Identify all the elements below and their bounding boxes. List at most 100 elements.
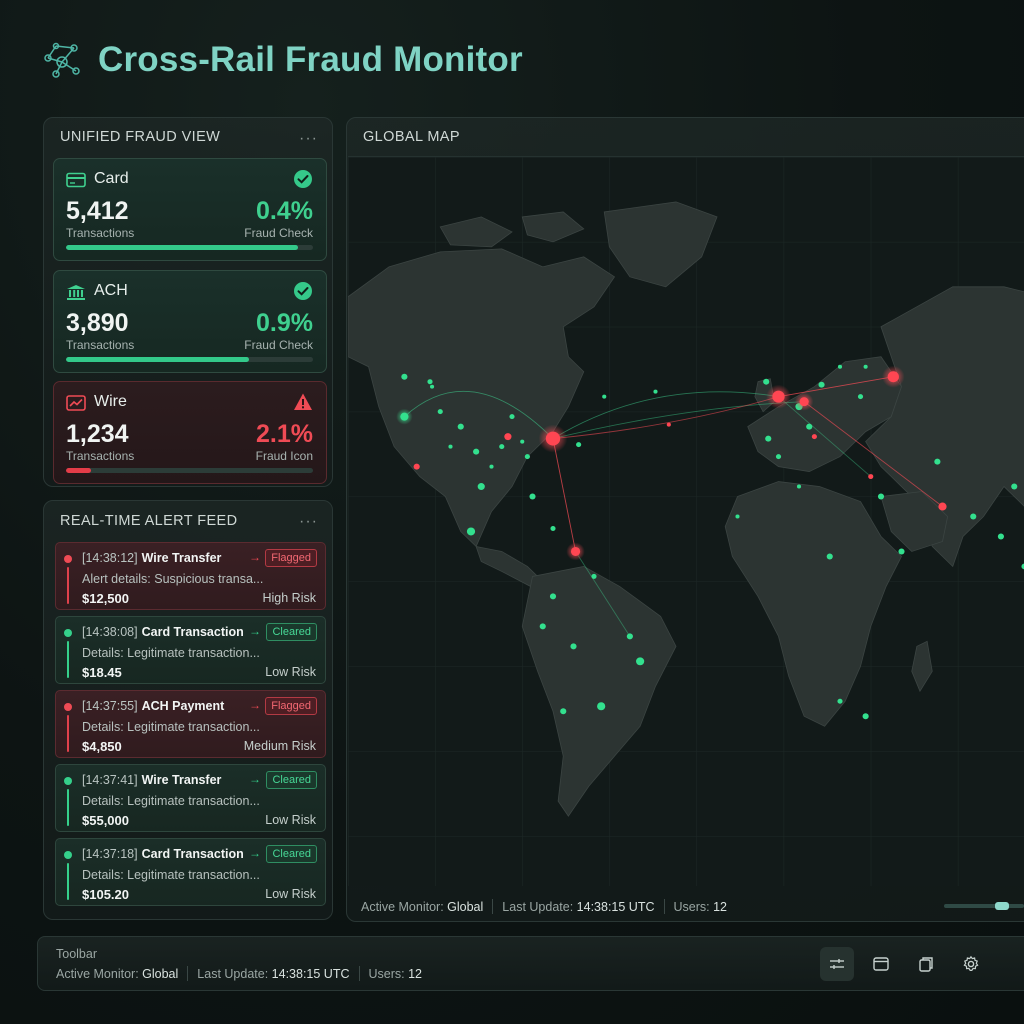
- active-monitor-value: Global: [142, 966, 179, 981]
- copy-icon: [919, 957, 933, 972]
- warning-triangle-icon: [294, 393, 312, 410]
- alert-header: [14:37:41] Wire Transfer: [82, 773, 221, 787]
- alert-time: [14:37:18]: [82, 847, 138, 861]
- filter-button[interactable]: [820, 947, 854, 981]
- status-badge: Cleared: [266, 623, 317, 641]
- arrow-right-icon: →: [249, 772, 261, 786]
- panel-title: UNIFIED FRAUD VIEW: [60, 129, 221, 145]
- rail-name: Wire: [94, 393, 127, 410]
- transaction-count: 3,890: [66, 309, 129, 337]
- fraud-rate-label: Fraud Check: [244, 226, 313, 240]
- alert-item[interactable]: [14:38:08] Card Transaction → Cleared Det…: [55, 616, 326, 684]
- zoom-slider[interactable]: [944, 902, 1024, 910]
- alert-risk: Low Risk: [265, 813, 316, 827]
- last-update-value: 14:38:15 UTC: [271, 966, 350, 981]
- last-update-label: Last Update:: [197, 966, 269, 981]
- alert-risk: High Risk: [262, 591, 317, 605]
- rail-card-card[interactable]: Card 5,412 Transactions 0.4% Fraud Check: [53, 158, 327, 261]
- fraud-rate: 0.9%: [256, 309, 313, 337]
- alert-details: Details: Legitimate transaction...: [82, 794, 260, 808]
- status-line: [67, 567, 69, 604]
- toolbar-label: Toolbar: [56, 947, 97, 961]
- alert-details: Alert details: Suspicious transa...: [82, 572, 264, 586]
- alert-type: Card Transaction: [141, 625, 244, 639]
- copy-button[interactable]: [909, 947, 943, 981]
- status-badge: Cleared: [266, 845, 317, 863]
- divider: [492, 899, 494, 914]
- rail-progress-fill: [66, 245, 299, 250]
- alert-time: [14:38:08]: [82, 625, 138, 639]
- users-value: 12: [408, 966, 423, 981]
- transaction-count-label: Transactions: [66, 226, 135, 240]
- rail-progress-fill: [66, 357, 249, 362]
- alert-item[interactable]: [14:37:55] ACH Payment → Flagged Details:…: [55, 690, 326, 758]
- arrow-right-icon: →: [249, 624, 261, 638]
- rail-progress-fill: [66, 468, 91, 473]
- window-button[interactable]: [864, 947, 898, 981]
- alert-amount: $18.45: [82, 665, 122, 680]
- alert-header: [14:37:18] Card Transaction: [82, 847, 244, 861]
- network-logo-icon: [44, 42, 80, 78]
- alert-type: Wire Transfer: [141, 773, 222, 787]
- alert-header: [14:38:12] Wire Transfer: [82, 551, 221, 565]
- status-dot: [64, 851, 72, 859]
- toolbar-status: Active Monitor: Global Last Update: 14:3…: [56, 966, 422, 981]
- more-options-icon[interactable]: ···: [299, 130, 318, 148]
- alert-risk: Low Risk: [265, 887, 316, 901]
- alert-feed-panel: REAL-TIME ALERT FEED ··· [14:38:12] Wire …: [43, 500, 333, 920]
- alert-risk: Low Risk: [265, 665, 316, 679]
- status-badge: Cleared: [266, 771, 317, 789]
- active-monitor-value: Global: [447, 899, 484, 914]
- status-line: [67, 863, 69, 900]
- rail-name: ACH: [94, 282, 128, 299]
- status-dot: [64, 703, 72, 711]
- transaction-count: 5,412: [66, 197, 129, 225]
- panel-title: GLOBAL MAP: [363, 129, 460, 145]
- panel-title: REAL-TIME ALERT FEED: [60, 513, 238, 529]
- status-line: [67, 789, 69, 826]
- rail-card-wire[interactable]: Wire 1,234 Transactions 2.1% Fraud Icon: [53, 381, 327, 484]
- rail-progress-bar: [66, 357, 313, 362]
- users-value: 12: [713, 899, 728, 914]
- alert-amount: $4,850: [82, 739, 122, 754]
- zoom-slider-knob[interactable]: [995, 902, 1010, 910]
- alert-details: Details: Legitimate transaction...: [82, 720, 260, 734]
- check-circle-icon: [294, 282, 312, 300]
- arrow-right-icon: →: [249, 550, 261, 564]
- page-title: Cross-Rail Fraud Monitor: [98, 40, 523, 79]
- app-header: Cross-Rail Fraud Monitor: [40, 36, 523, 84]
- arrow-right-icon: →: [249, 846, 261, 860]
- fraud-rate-label: Fraud Check: [244, 338, 313, 352]
- filter-icon: [830, 959, 844, 969]
- alert-details: Details: Legitimate transaction...: [82, 868, 260, 882]
- world-map[interactable]: [348, 156, 1024, 886]
- settings-button[interactable]: [954, 947, 988, 981]
- world-map-svg: [348, 157, 1024, 886]
- map-status-bar: Active Monitor: Global Last Update: 14:3…: [361, 899, 727, 914]
- alert-type: ACH Payment: [141, 699, 225, 713]
- alert-item[interactable]: [14:38:12] Wire Transfer → Flagged Alert …: [55, 542, 326, 610]
- alert-item[interactable]: [14:37:41] Wire Transfer → Cleared Detail…: [55, 764, 326, 832]
- alert-amount: $55,000: [82, 813, 129, 828]
- alert-header: [14:38:08] Card Transaction: [82, 625, 244, 639]
- alert-time: [14:38:12]: [82, 551, 138, 565]
- rail-card-ach[interactable]: ACH 3,890 Transactions 0.9% Fraud Check: [53, 270, 327, 373]
- alert-time: [14:37:41]: [82, 773, 138, 787]
- alert-amount: $105.20: [82, 887, 129, 902]
- status-dot: [64, 777, 72, 785]
- last-update-label: Last Update:: [502, 899, 574, 914]
- divider: [187, 966, 189, 981]
- alert-item[interactable]: [14:37:18] Card Transaction → Cleared Det…: [55, 838, 326, 906]
- fraud-rate-label: Fraud Icon: [255, 449, 313, 463]
- fraud-rate: 2.1%: [256, 420, 313, 448]
- global-map-panel: GLOBAL MAP Active Monitor: Global Last U…: [346, 117, 1024, 922]
- arrow-right-icon: →: [249, 698, 261, 712]
- active-monitor-label: Active Monitor:: [56, 966, 139, 981]
- alert-details: Details: Legitimate transaction...: [82, 646, 260, 660]
- divider: [358, 966, 360, 981]
- transaction-count: 1,234: [66, 420, 129, 448]
- credit-card-icon: [66, 172, 86, 188]
- settings-icon: [963, 955, 979, 971]
- toolbar: Toolbar Active Monitor: Global Last Upda…: [37, 936, 1024, 991]
- more-options-icon[interactable]: ···: [299, 513, 318, 531]
